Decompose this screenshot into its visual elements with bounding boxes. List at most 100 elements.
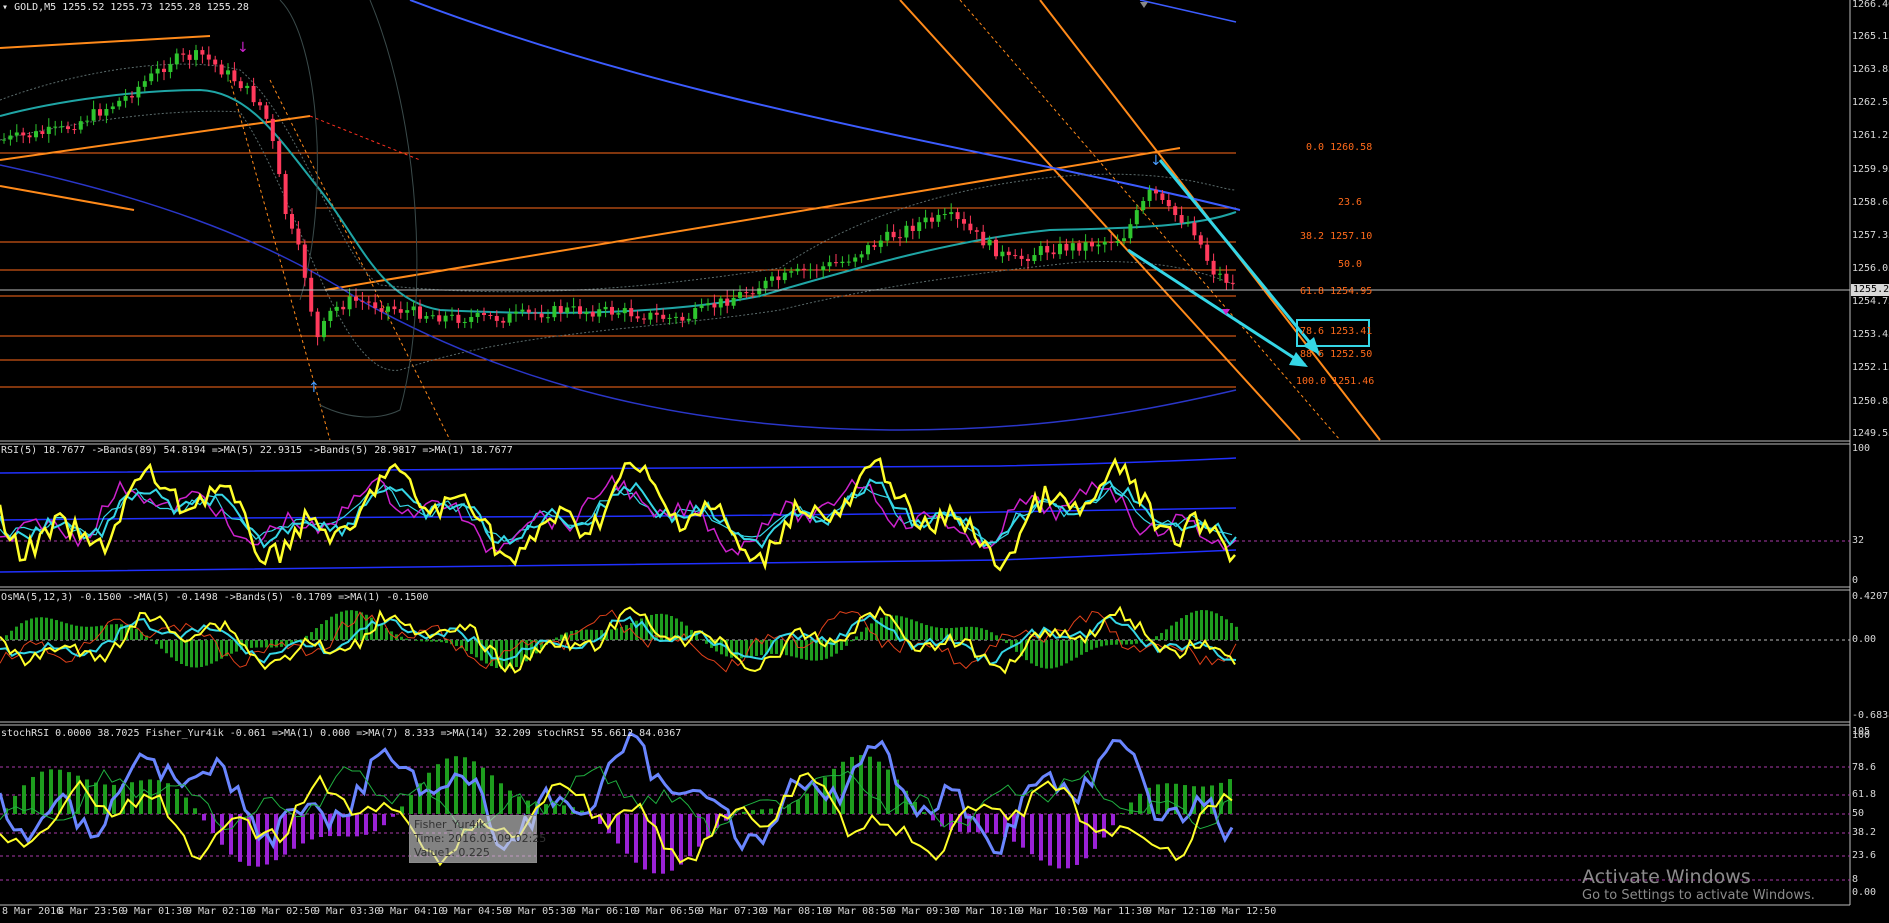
candle-body bbox=[846, 261, 851, 263]
candle-body bbox=[72, 129, 77, 131]
candle-body bbox=[110, 106, 115, 110]
chart-window[interactable]: ↓ ↑ ↓ ▾ GOLD,M5 1255.52 1255.73 1255.28 bbox=[0, 0, 1889, 923]
stoch-bar bbox=[1057, 814, 1061, 869]
tooltip-value: Value1: 0.225 bbox=[414, 846, 490, 859]
candle-body bbox=[194, 50, 198, 60]
candle-body bbox=[136, 86, 141, 98]
price-channel[interactable] bbox=[0, 0, 1381, 441]
candle-body bbox=[565, 307, 570, 313]
candle-body bbox=[59, 126, 64, 128]
candle-body bbox=[1134, 210, 1139, 225]
osma-bar bbox=[700, 639, 703, 640]
candle-body bbox=[821, 266, 826, 271]
osma-bar bbox=[1045, 640, 1048, 669]
osma-bar bbox=[1160, 632, 1163, 640]
osma-bar bbox=[1055, 640, 1058, 668]
candle-body bbox=[1070, 243, 1075, 251]
stoch-bar bbox=[382, 814, 386, 826]
price-tick: 1250.83 bbox=[1852, 396, 1889, 407]
osma-bar bbox=[1135, 640, 1138, 644]
stoch-scale: 100 bbox=[1852, 730, 1871, 741]
osma-bar bbox=[1230, 622, 1233, 640]
osma-indicator[interactable] bbox=[0, 605, 1850, 675]
osma-bar bbox=[985, 629, 988, 640]
candle-body bbox=[283, 174, 288, 215]
osma-bar bbox=[315, 628, 318, 640]
price-chart[interactable]: ↓ ↑ ↓ bbox=[0, 0, 1889, 923]
trend-arrows[interactable]: ↓ ↑ ↓ bbox=[237, 2, 1370, 396]
candle-body bbox=[130, 96, 134, 98]
rsi-lower-band bbox=[0, 549, 1237, 573]
fibonacci-retracement[interactable] bbox=[0, 152, 1236, 388]
osma-scale: 0.4207 bbox=[1852, 591, 1889, 602]
candle-body bbox=[1109, 241, 1114, 243]
price-tick: 1249.53 bbox=[1852, 428, 1889, 439]
osma-bar bbox=[455, 640, 458, 646]
osma-bar bbox=[160, 640, 163, 649]
candle-body bbox=[1128, 224, 1133, 239]
osma-scale: -0.6838 bbox=[1852, 710, 1889, 721]
price-tick: 1252.13 bbox=[1852, 362, 1889, 373]
candle-body bbox=[680, 316, 685, 321]
osma-bar bbox=[805, 640, 808, 660]
rsi-scale: 32 bbox=[1852, 535, 1865, 546]
candle-body bbox=[808, 269, 813, 271]
stoch-bar bbox=[994, 814, 998, 835]
time-tick: 9 Mar 06:50 bbox=[634, 906, 701, 917]
fib-label: 0.0 1260.58 bbox=[1306, 142, 1373, 153]
stoch-bar bbox=[742, 811, 746, 814]
candle-body bbox=[373, 302, 378, 309]
candle-body bbox=[757, 288, 762, 295]
candle-body bbox=[949, 212, 954, 215]
stoch-bar bbox=[769, 808, 773, 814]
candle-body bbox=[917, 222, 922, 232]
candle-body bbox=[405, 310, 410, 313]
candle-body bbox=[763, 280, 768, 289]
osma-bar bbox=[1145, 640, 1148, 642]
candle-body bbox=[1077, 243, 1082, 251]
chevron-down-icon[interactable]: ▾ bbox=[2, 2, 8, 13]
candle-body bbox=[334, 306, 339, 311]
osma-bar bbox=[1155, 636, 1158, 640]
stoch-bar bbox=[1156, 784, 1160, 814]
candle-body bbox=[661, 314, 666, 319]
candle-body bbox=[290, 214, 294, 229]
osma-bar bbox=[720, 640, 723, 655]
osma-bar bbox=[755, 640, 758, 656]
osma-bar bbox=[210, 640, 213, 664]
stoch-bar bbox=[373, 814, 377, 832]
rsi-indicator[interactable] bbox=[0, 456, 1850, 573]
osma-bar bbox=[230, 640, 233, 654]
candle-body bbox=[1045, 246, 1050, 253]
stoch-scale: 8 bbox=[1852, 874, 1859, 885]
stochrsi-indicator[interactable] bbox=[0, 731, 1850, 881]
candle-body bbox=[648, 312, 653, 320]
osma-bar bbox=[190, 640, 193, 668]
candle-body bbox=[814, 269, 819, 271]
osma-bar bbox=[1185, 615, 1188, 640]
time-tick: 9 Mar 01:30 bbox=[122, 906, 189, 917]
candle-body bbox=[584, 311, 589, 315]
osma-bar bbox=[200, 640, 203, 667]
current-price-box: 1255.28 bbox=[1851, 284, 1889, 296]
candle-body bbox=[1038, 246, 1043, 256]
candle-body bbox=[629, 308, 634, 317]
stoch-bar bbox=[166, 783, 170, 814]
stoch-bar bbox=[877, 761, 881, 814]
osma-bar bbox=[185, 640, 188, 667]
osma-bar bbox=[1065, 640, 1068, 664]
stoch-bar bbox=[697, 814, 701, 847]
watermark-title: Activate Windows bbox=[1582, 866, 1751, 888]
candle-body bbox=[123, 96, 128, 101]
osma-bar bbox=[1090, 640, 1093, 650]
candle-body bbox=[1006, 251, 1011, 256]
osma-bar bbox=[1165, 629, 1168, 640]
time-tick: 9 Mar 12:10 bbox=[1146, 906, 1213, 917]
stoch-bar bbox=[868, 756, 872, 814]
stoch-bar bbox=[184, 797, 188, 814]
osma-bar bbox=[255, 640, 258, 648]
candle-body bbox=[936, 214, 941, 222]
stoch-bar bbox=[805, 793, 809, 814]
time-tick: 8 Mar 23:50 bbox=[58, 906, 125, 917]
candle-body bbox=[706, 303, 710, 306]
